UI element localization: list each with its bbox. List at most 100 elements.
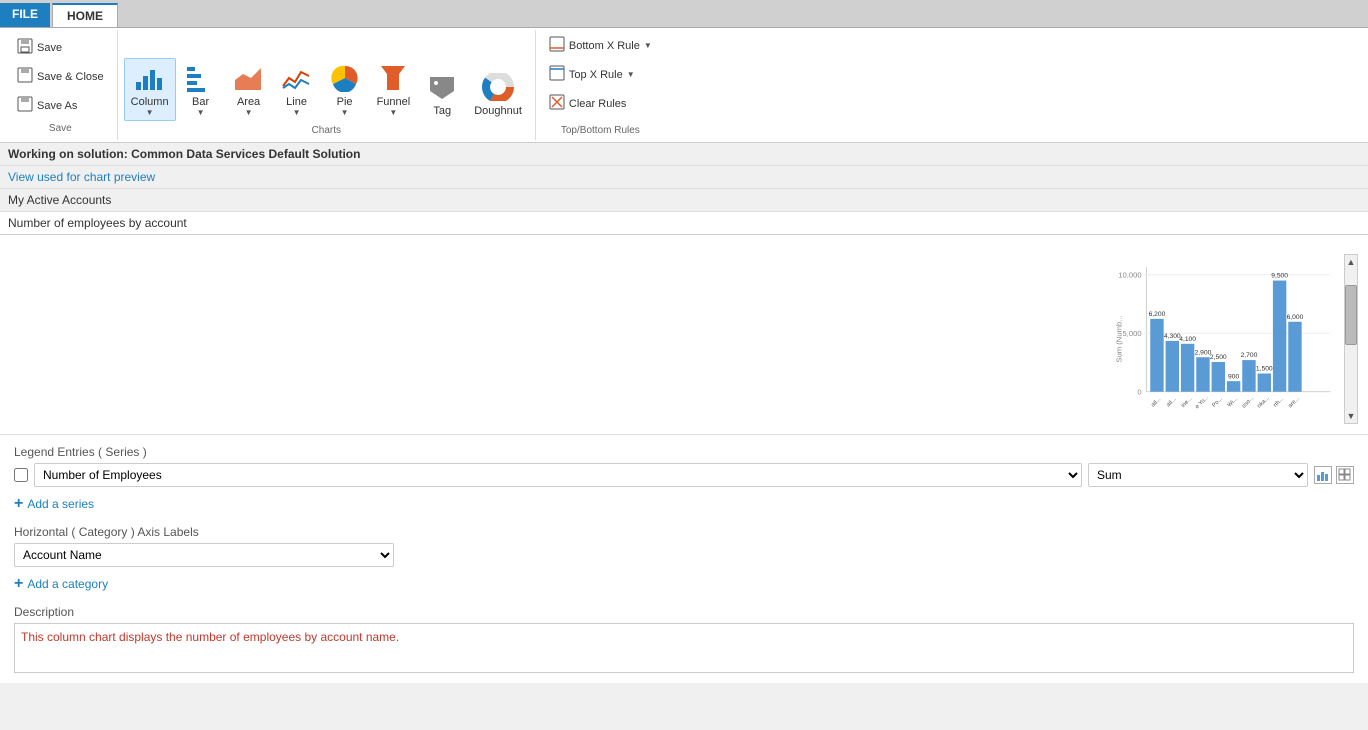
series-field-select[interactable]: Number of Employees [34,463,1082,487]
chart-preview: Sum (Numb... 10,000 5,000 0 6,200 atl...… [0,235,1368,435]
doughnut-chart-button[interactable]: Doughnut [467,67,529,121]
svg-text:5,000: 5,000 [1122,329,1141,338]
svg-text:atl...: atl... [1166,396,1178,408]
series-checkbox[interactable] [14,468,28,482]
save-group: Save Save & Close Save As Save [4,30,118,140]
svg-text:0: 0 [1137,388,1141,397]
add-category-plus-icon: + [14,575,23,593]
clear-rules-icon [549,94,565,113]
column-label: Column [131,96,169,108]
line-chart-button[interactable]: Line ▼ [274,58,320,121]
save-as-button[interactable]: Save As [10,92,111,119]
svg-text:e Yo...: e Yo... [1194,394,1210,410]
add-series-label: Add a series [27,497,94,511]
scrollbar-thumb[interactable] [1345,285,1357,345]
svg-text:10,000: 10,000 [1118,271,1141,280]
column-chart-button[interactable]: Column ▼ [124,58,176,121]
save-icon [17,38,33,57]
description-box[interactable]: This column chart displays the number of… [14,623,1354,673]
doughnut-label: Doughnut [474,105,522,117]
bar-icon [185,62,217,94]
funnel-chart-button[interactable]: Funnel ▼ [370,58,418,121]
save-group-label: Save [10,121,111,136]
scrollbar-down-arrow[interactable]: ▼ [1347,409,1356,423]
description-text: This column chart displays the number of… [21,630,399,644]
svg-text:nka...: nka... [1256,395,1270,409]
series-grid-icon[interactable] [1336,466,1354,484]
add-series-button[interactable]: + Add a series [14,493,1354,515]
clear-rules-label: Clear Rules [569,98,626,110]
save-button[interactable]: Save [10,34,111,61]
line-label: Line [286,96,307,108]
line-icon [281,62,313,94]
add-category-button[interactable]: + Add a category [14,573,1354,595]
tag-icon [426,71,458,103]
chart-title-bar: Number of employees by account [0,212,1368,235]
area-label: Area [237,96,260,108]
view-name-bar: My Active Accounts [0,189,1368,212]
bottom-x-rule-arrow: ▼ [644,41,652,50]
legend-section-label: Legend Entries ( Series ) [14,445,1354,459]
bottom-x-rule-label: Bottom X Rule [569,40,640,52]
category-field-select[interactable]: Account Name [14,543,394,567]
area-chart-button[interactable]: Area ▼ [226,58,272,121]
svg-text:6,200: 6,200 [1149,311,1166,318]
view-link[interactable]: View used for chart preview [0,166,1368,189]
pie-icon [329,62,361,94]
pie-chart-button[interactable]: Pie ▼ [322,58,368,121]
area-dropdown-arrow: ▼ [245,108,253,117]
save-as-label: Save As [37,100,77,112]
svg-text:Wi...: Wi... [1227,396,1240,409]
pie-dropdown-arrow: ▼ [341,108,349,117]
top-bottom-buttons: Bottom X Rule ▼ Top X Rule ▼ Clear Rules [542,32,659,117]
svg-text:2,500: 2,500 [1210,354,1227,361]
column-dropdown-arrow: ▼ [146,108,154,117]
charts-group: Column ▼ Bar ▼ [118,30,536,140]
bar-label: Bar [192,96,209,108]
chart-title: Number of employees by account [8,216,187,230]
save-label: Save [37,42,62,54]
scrollbar-up-arrow[interactable]: ▲ [1347,255,1356,269]
bar-chart-button[interactable]: Bar ▼ [178,58,224,121]
save-close-icon [17,67,33,86]
clear-rules-button[interactable]: Clear Rules [542,90,659,117]
charts-group-label: Charts [124,123,529,138]
svg-text:rth...: rth... [1273,396,1286,409]
column-icon [134,62,166,94]
tag-label: Tag [433,105,451,117]
funnel-label: Funnel [377,96,411,108]
tag-chart-button[interactable]: Tag [419,67,465,121]
svg-text:Sum (Numb...: Sum (Numb... [1115,315,1124,362]
tab-file[interactable]: FILE [0,3,50,27]
series-aggregation-select[interactable]: Sum [1088,463,1308,487]
svg-text:4,100: 4,100 [1179,336,1196,343]
doughnut-icon [482,71,514,103]
top-bottom-group: Bottom X Rule ▼ Top X Rule ▼ Clear Rules… [536,30,665,140]
svg-text:900: 900 [1228,373,1239,380]
svg-text:are...: are... [1287,395,1301,409]
svg-text:9,500: 9,500 [1271,273,1288,280]
save-close-label: Save & Close [37,71,104,83]
line-dropdown-arrow: ▼ [293,108,301,117]
top-x-rule-arrow: ▼ [627,70,635,79]
chart-scrollbar[interactable]: ▲ ▼ [1344,254,1358,424]
svg-text:oso...: oso... [1241,395,1255,409]
config-area: Legend Entries ( Series ) Number of Empl… [0,435,1368,683]
add-category-label: Add a category [27,577,108,591]
charts-buttons: Column ▼ Bar ▼ [124,32,529,123]
series-column-icon[interactable] [1314,466,1332,484]
top-x-rule-label: Top X Rule [569,69,623,81]
tab-home[interactable]: HOME [52,3,118,27]
ribbon: Save Save & Close Save As Save [0,28,1368,143]
top-x-rule-button[interactable]: Top X Rule ▼ [542,61,659,88]
bar-dropdown-arrow: ▼ [197,108,205,117]
svg-text:ine...: ine... [1180,396,1193,409]
series-row: Number of Employees Sum [14,463,1354,487]
top-bottom-group-label: Top/Bottom Rules [542,123,659,138]
top-x-rule-icon [549,65,565,84]
save-close-button[interactable]: Save & Close [10,63,111,90]
funnel-dropdown-arrow: ▼ [389,108,397,117]
save-as-icon [17,96,33,115]
svg-text:6,000: 6,000 [1287,314,1304,321]
bottom-x-rule-button[interactable]: Bottom X Rule ▼ [542,32,659,59]
